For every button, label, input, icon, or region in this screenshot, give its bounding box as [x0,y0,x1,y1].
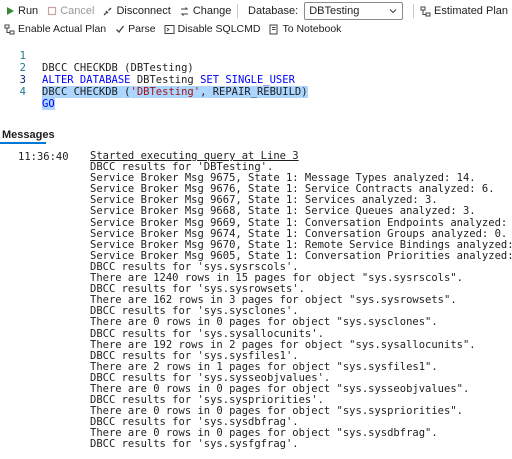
code-line: 4 GO [0,74,55,110]
message-list: Started executing query at Line 3 DBCC re… [90,150,512,451]
run-button[interactable]: Run [0,2,42,20]
disconnect-icon [102,6,113,17]
message-line: Service Broker Msg 9669, State 1: Conver… [90,216,512,229]
query-toolbar-secondary: Enable Actual Plan Parse Disable SQLCMD … [0,22,512,36]
plan-icon [420,6,431,17]
to-notebook-label: To Notebook [282,23,342,35]
parse-label: Parse [128,23,156,35]
messages-panel: 11:36:40 Started executing query at Line… [0,148,512,459]
cancel-label: Cancel [60,5,95,17]
change-connection-button[interactable]: Change [175,2,236,20]
chevron-down-icon [387,6,398,17]
notebook-icon [268,24,279,35]
disable-sqlcmd-label: Disable SQLCMD [177,23,261,35]
sql-keyword: ALTER DATABASE [42,74,131,86]
messages-tab[interactable]: Messages [2,129,55,141]
code-line: 1 DBCC CHECKDB (DBTesting) [0,38,194,74]
change-connection-icon [179,6,190,17]
code-text: DBCC CHECKDB ( [42,86,131,98]
code-text: DBTesting [130,74,201,86]
sql-keyword: SET SINGLE_USER [200,74,295,86]
toolbar-divider [413,4,415,18]
actual-plan-icon [4,24,15,35]
enable-actual-plan-button[interactable]: Enable Actual Plan [0,22,110,36]
database-value: DBTesting [309,5,360,17]
to-notebook-button[interactable]: To Notebook [264,22,345,36]
estimated-plan-button[interactable]: Estimated Plan [416,2,512,20]
sql-keyword: GO [42,98,55,110]
run-label: Run [18,5,39,17]
messages-tab-indicator [0,142,46,144]
estimated-plan-label: Estimated Plan [434,5,508,17]
play-icon [4,6,15,17]
line-number: 4 [19,86,26,98]
database-label: Database: [248,5,299,17]
enable-actual-plan-label: Enable Actual Plan [18,23,107,35]
message-line: DBCC results for 'sys.sysallocunits'. [90,327,324,340]
query-toolbar: Run Cancel Disconnect Change Database: D… [0,0,512,22]
sql-editor[interactable]: 1 DBCC CHECKDB (DBTesting) 2 ALTER DATAB… [0,36,512,120]
code-line: 2 ALTER DATABASE DBTesting SET SINGLE_US… [0,50,295,86]
database-dropdown[interactable]: DBTesting [304,2,404,20]
toolbar-divider [237,4,239,18]
message-line: Service Broker Msg 9668, State 1: Servic… [90,205,476,218]
cancel-button[interactable]: Cancel [42,2,98,20]
sql-string: 'DBTesting' [130,86,201,98]
change-label: Change [192,5,232,17]
disconnect-button[interactable]: Disconnect [98,2,174,20]
disable-sqlcmd-button[interactable]: Disable SQLCMD [160,22,265,36]
code-line-selected: 3 DBCC CHECKDB ('DBTesting', REPAIR_REBU… [0,62,308,98]
sqlcmd-icon [164,24,175,35]
message-timestamp: 11:36:40 [18,151,69,163]
message-line: There are 0 rows in 0 pages for object "… [90,316,438,329]
message-line: DBCC results for 'sys.sysfgfrag'. [90,438,299,451]
code-text: , REPAIR_REBUILD) [200,86,308,98]
checkmark-icon [114,24,125,35]
stop-icon [46,6,57,17]
parse-button[interactable]: Parse [110,22,159,36]
disconnect-label: Disconnect [116,5,171,17]
